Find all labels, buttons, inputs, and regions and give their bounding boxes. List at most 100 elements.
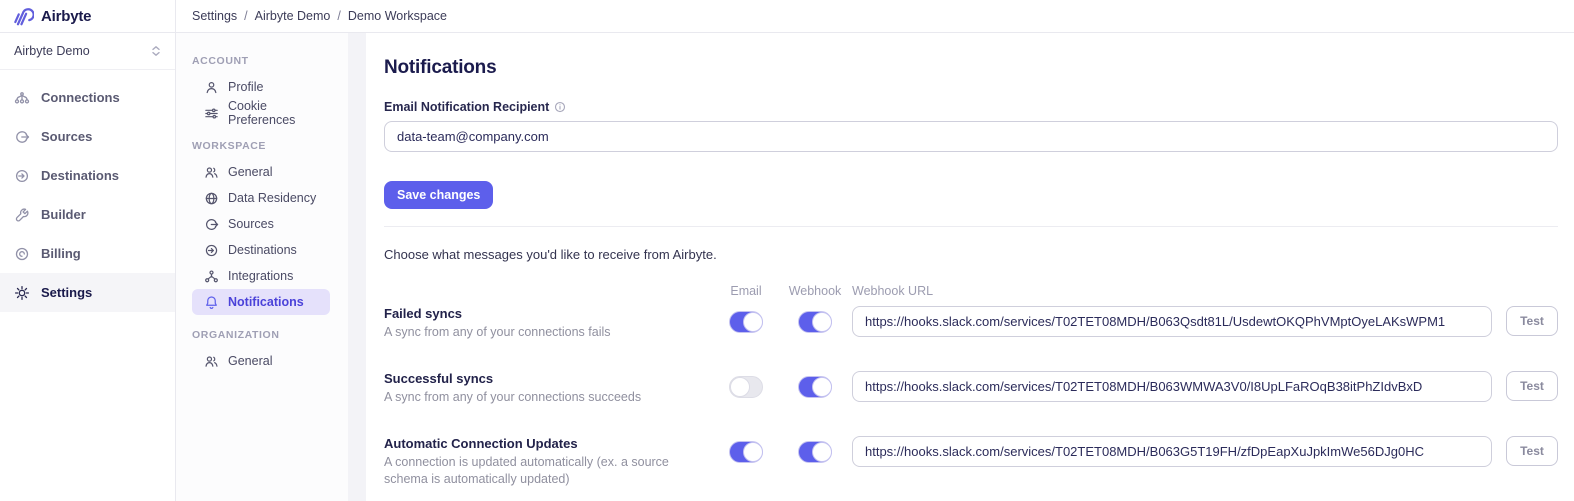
- breadcrumb-org[interactable]: Airbyte Demo: [255, 9, 331, 23]
- destination-icon: [14, 168, 30, 184]
- row-title: Automatic Connection Updates: [384, 436, 702, 451]
- sidebar-item-label: Connections: [41, 90, 120, 105]
- settings-nav-cookie-preferences[interactable]: Cookie Preferences: [192, 100, 330, 126]
- toggle-knob: [812, 377, 832, 397]
- settings-nav-label: General: [228, 165, 272, 179]
- breadcrumb: Settings / Airbyte Demo / Demo Workspace: [192, 9, 447, 23]
- toggle-knob: [812, 442, 832, 462]
- settings-nav-notifications[interactable]: Notifications: [192, 289, 330, 315]
- sidebar-item-label: Destinations: [41, 168, 119, 183]
- settings-nav-general-workspace[interactable]: General: [192, 159, 330, 185]
- email-toggle[interactable]: [729, 311, 763, 333]
- source-icon: [204, 217, 219, 232]
- webhook-toggle[interactable]: [798, 376, 832, 398]
- settings-nav: ACCOUNT Profile: [176, 33, 348, 501]
- globe-icon: [204, 191, 219, 206]
- settings-nav-label: Profile: [228, 80, 263, 94]
- sliders-icon: [204, 106, 219, 121]
- webhook-url-input[interactable]: [852, 436, 1492, 467]
- source-icon: [14, 129, 30, 145]
- sidebar-item-settings[interactable]: Settings: [0, 273, 175, 312]
- wrench-icon: [14, 207, 30, 223]
- sidebar-item-builder[interactable]: Builder: [0, 195, 175, 234]
- airbyte-logo-icon: [12, 5, 34, 27]
- save-changes-button[interactable]: Save changes: [384, 181, 493, 209]
- email-recipient-input[interactable]: [384, 121, 1558, 152]
- row-title: Successful syncs: [384, 371, 702, 386]
- nav-content-gutter: [348, 33, 366, 501]
- notifications-page: Notifications Email Notification Recipie…: [366, 33, 1574, 501]
- row-description: A connection is updated automatically (e…: [384, 454, 702, 488]
- settings-nav-label: Integrations: [228, 269, 293, 283]
- bell-icon: [204, 295, 219, 310]
- breadcrumb-separator: /: [244, 9, 247, 23]
- sidebar-item-label: Settings: [41, 285, 92, 300]
- notification-row-automatic-connection-updates: Automatic Connection Updates A connectio…: [384, 436, 1558, 488]
- settings-nav-label: Destinations: [228, 243, 297, 257]
- workspace-name: Airbyte Demo: [14, 44, 90, 58]
- notifications-intro: Choose what messages you'd like to recei…: [384, 247, 1558, 262]
- section-divider: [384, 226, 1558, 227]
- notifications-table-header: Email Webhook Webhook URL: [384, 284, 1558, 298]
- settings-nav-sources[interactable]: Sources: [192, 211, 330, 237]
- share-nodes-icon: [204, 269, 219, 284]
- webhook-url-input[interactable]: [852, 371, 1492, 402]
- toggle-knob: [812, 312, 832, 332]
- page-title: Notifications: [384, 57, 1558, 79]
- email-column-header: Email: [730, 284, 761, 298]
- connections-icon: [14, 90, 30, 106]
- breadcrumb-separator: /: [337, 9, 340, 23]
- email-toggle[interactable]: [729, 441, 763, 463]
- person-icon: [204, 80, 219, 95]
- users-icon: [204, 354, 219, 369]
- brand-logo[interactable]: Airbyte: [0, 0, 175, 33]
- settings-nav-profile[interactable]: Profile: [192, 74, 330, 100]
- workspace-selector[interactable]: Airbyte Demo: [0, 33, 175, 70]
- toggle-knob: [743, 442, 763, 462]
- toggle-knob: [730, 377, 750, 397]
- topbar: Settings / Airbyte Demo / Demo Workspace: [176, 0, 1574, 33]
- test-webhook-button[interactable]: Test: [1506, 436, 1558, 466]
- content-row: ACCOUNT Profile: [176, 33, 1574, 501]
- right-area: Settings / Airbyte Demo / Demo Workspace…: [176, 0, 1574, 501]
- sidebar-item-destinations[interactable]: Destinations: [0, 156, 175, 195]
- email-recipient-label: Email Notification Recipient: [384, 100, 549, 114]
- row-title: Failed syncs: [384, 306, 702, 321]
- test-webhook-button[interactable]: Test: [1506, 371, 1558, 401]
- webhook-toggle[interactable]: [798, 441, 832, 463]
- main-nav: Connections Sources Destinations: [0, 70, 175, 312]
- settings-nav-label: General: [228, 354, 272, 368]
- destination-icon: [204, 243, 219, 258]
- gear-icon: [14, 285, 30, 301]
- breadcrumb-workspace[interactable]: Demo Workspace: [348, 9, 447, 23]
- info-icon[interactable]: [554, 101, 566, 113]
- webhook-url-input[interactable]: [852, 306, 1492, 337]
- webhook-column-header: Webhook: [789, 284, 842, 298]
- row-description: A sync from any of your connections succ…: [384, 389, 702, 406]
- breadcrumb-settings[interactable]: Settings: [192, 9, 237, 23]
- sidebar-item-label: Billing: [41, 246, 81, 261]
- settings-nav-label: Sources: [228, 217, 274, 231]
- users-icon: [204, 165, 219, 180]
- notification-row-successful-syncs: Successful syncs A sync from any of your…: [384, 371, 1558, 406]
- settings-nav-general-organization[interactable]: General: [192, 348, 330, 374]
- settings-nav-destinations[interactable]: Destinations: [192, 237, 330, 263]
- sidebar-item-connections[interactable]: Connections: [0, 78, 175, 117]
- settings-nav-data-residency[interactable]: Data Residency: [192, 185, 330, 211]
- webhook-url-column-header: Webhook URL: [852, 284, 933, 298]
- email-toggle[interactable]: [729, 376, 763, 398]
- row-description: A sync from any of your connections fail…: [384, 324, 702, 341]
- app-sidebar: Airbyte Airbyte Demo Connections: [0, 0, 176, 501]
- test-webhook-button[interactable]: Test: [1506, 306, 1558, 336]
- notification-row-failed-syncs: Failed syncs A sync from any of your con…: [384, 306, 1558, 341]
- settings-nav-label: Cookie Preferences: [228, 99, 330, 127]
- sidebar-item-sources[interactable]: Sources: [0, 117, 175, 156]
- settings-nav-integrations[interactable]: Integrations: [192, 263, 330, 289]
- sidebar-item-label: Builder: [41, 207, 86, 222]
- settings-section-workspace: WORKSPACE: [192, 140, 348, 152]
- settings-nav-label: Data Residency: [228, 191, 316, 205]
- webhook-toggle[interactable]: [798, 311, 832, 333]
- settings-nav-label: Notifications: [228, 295, 304, 309]
- sidebar-item-billing[interactable]: Billing: [0, 234, 175, 273]
- coin-icon: [14, 246, 30, 262]
